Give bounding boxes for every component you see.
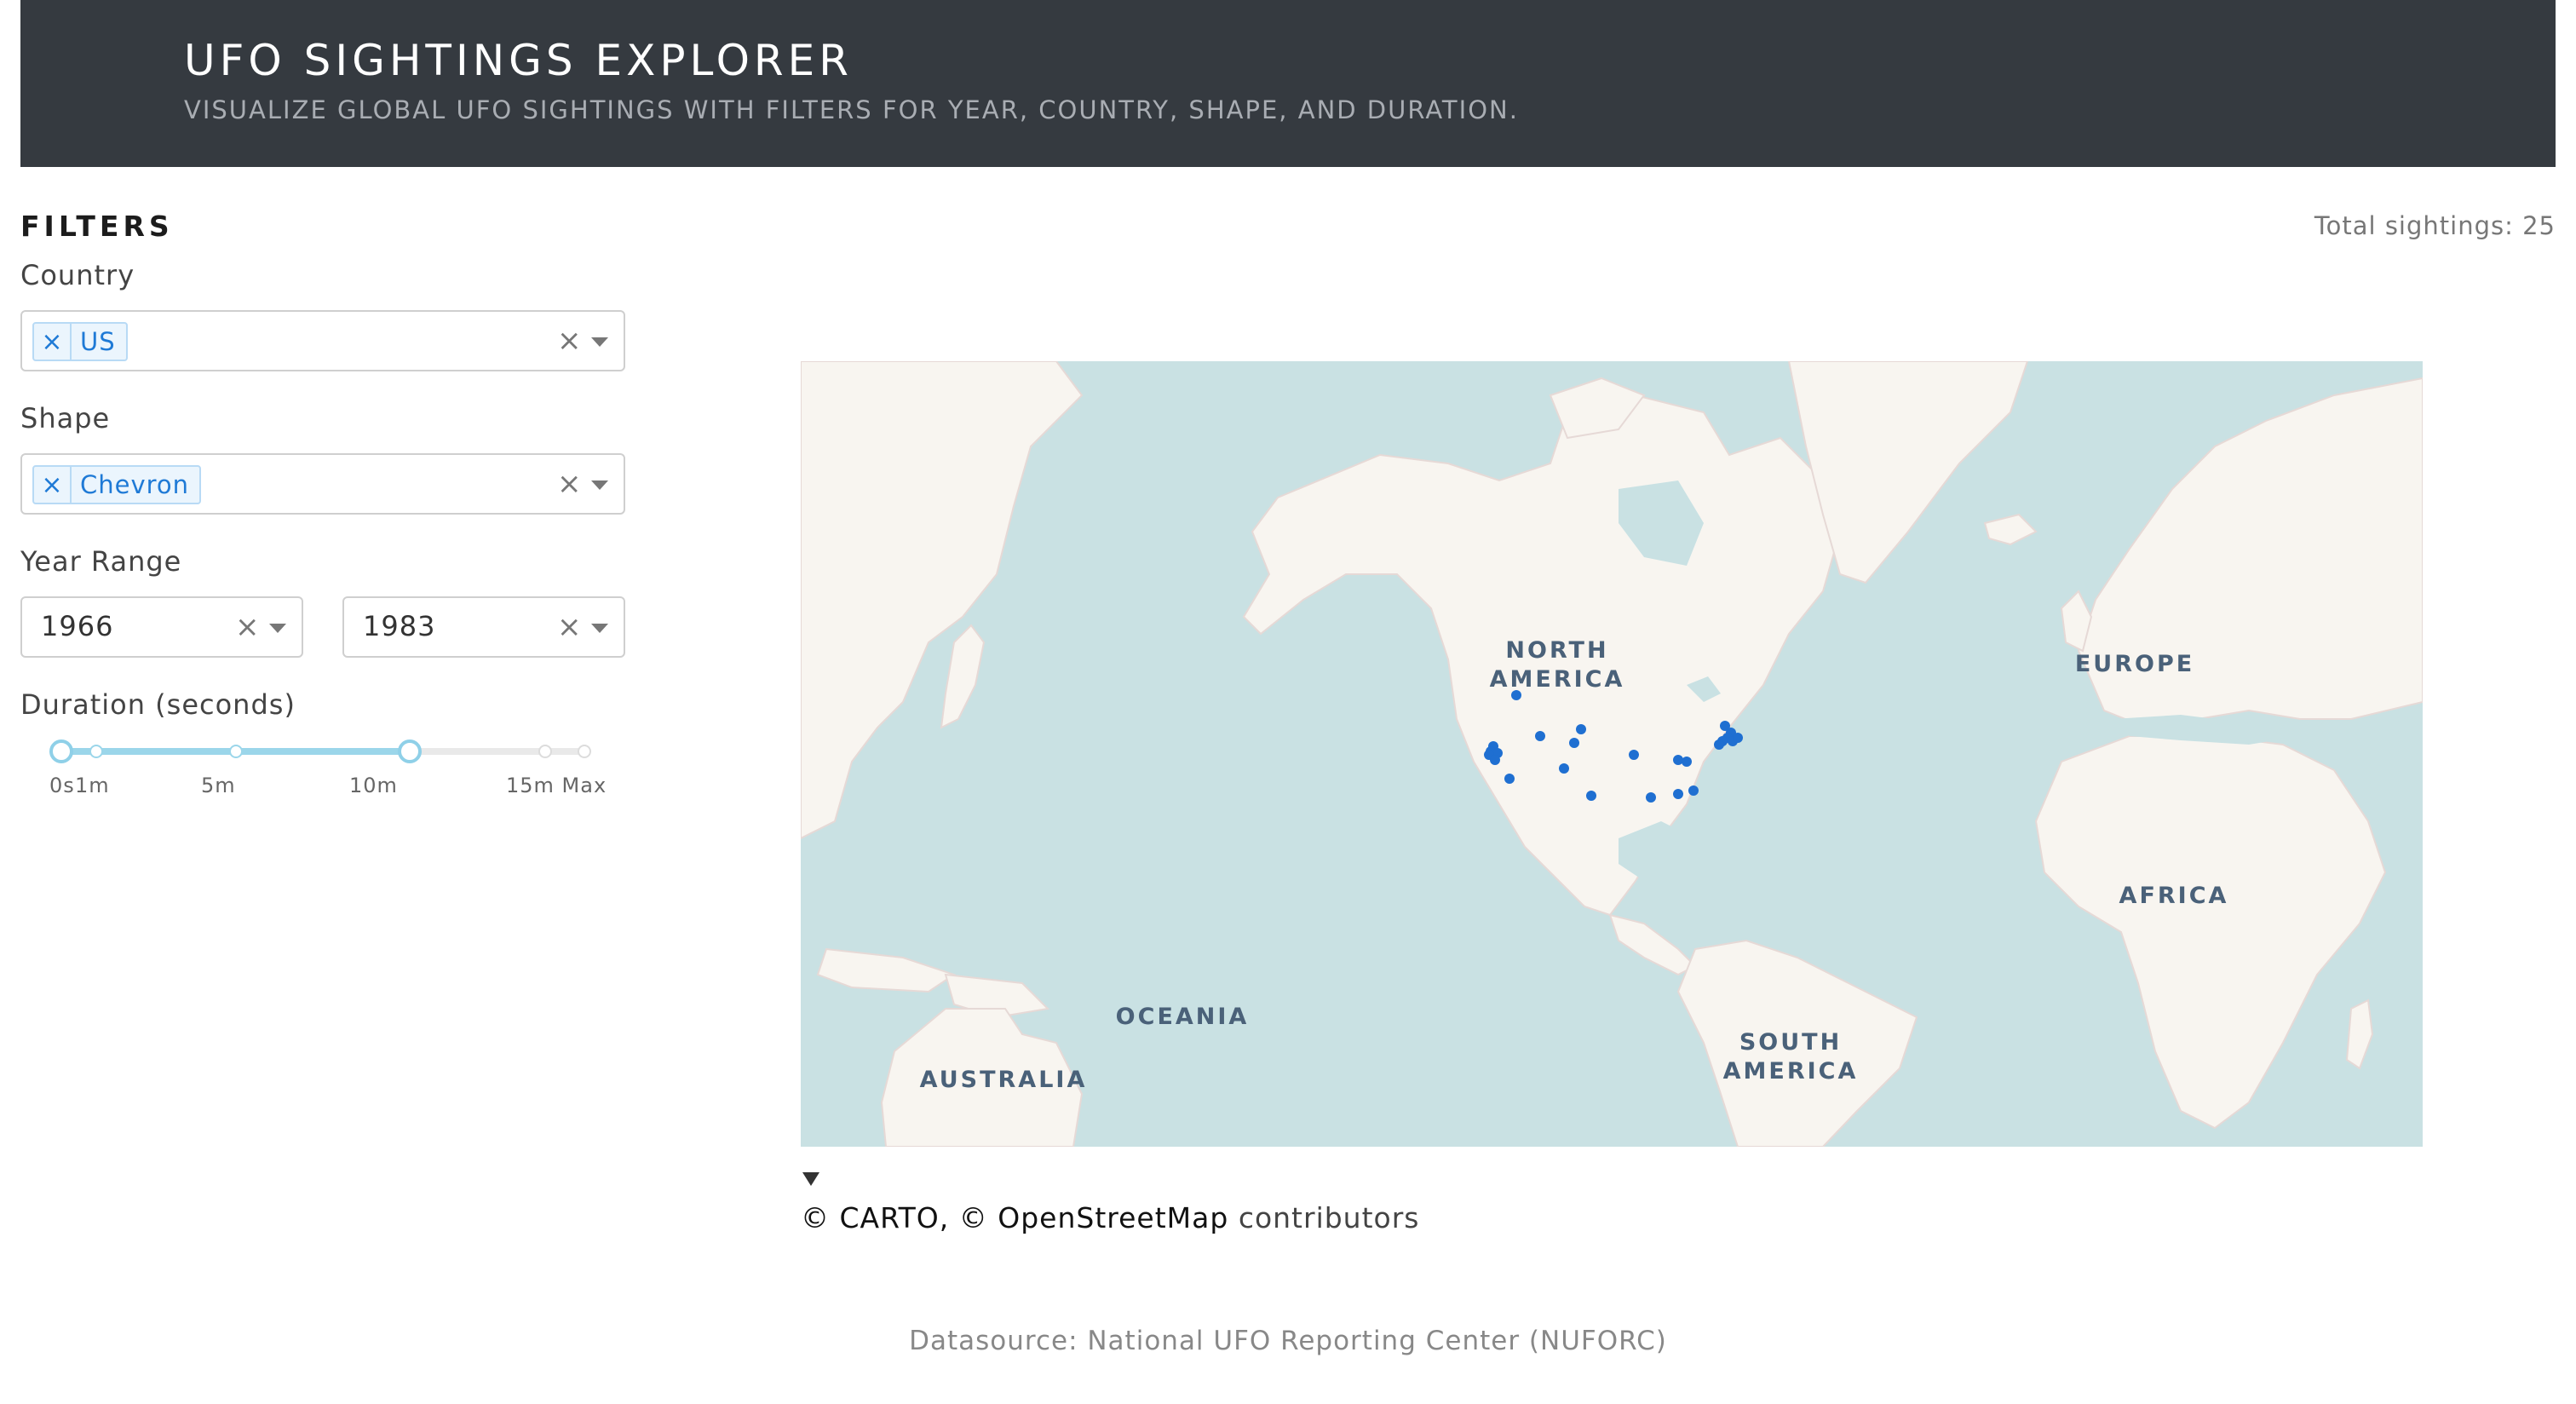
sighting-point[interactable]: [1490, 755, 1500, 765]
country-chip-label: US: [80, 327, 116, 356]
sighting-point[interactable]: [1673, 789, 1683, 799]
sighting-point[interactable]: [1714, 739, 1724, 750]
year-range-label: Year Range: [20, 545, 182, 578]
remove-chip-icon[interactable]: ×: [34, 467, 72, 503]
attribution-carto[interactable]: © CARTO, ©: [801, 1201, 988, 1234]
chevron-down-icon[interactable]: [591, 337, 608, 347]
slider-handle-min[interactable]: [49, 739, 73, 763]
sighting-point[interactable]: [1688, 785, 1699, 796]
sightings-map[interactable]: NORTH AMERICA EUROPE AFRICA OCEANIA AUST…: [801, 361, 2423, 1147]
shape-chip: × Chevron: [32, 465, 202, 504]
duration-label: Duration (seconds): [20, 688, 296, 721]
year-from-select[interactable]: 1966 ×: [20, 596, 303, 658]
map-attribution: © CARTO, © OpenStreetMap contributors: [801, 1201, 1420, 1234]
continent-label: NORTH: [1505, 637, 1608, 664]
continent-label: AFRICA: [2119, 883, 2229, 909]
slider-mark-dot: [228, 745, 243, 758]
sighting-point[interactable]: [1646, 792, 1656, 803]
filters-heading: FILTERS: [20, 210, 174, 243]
attribution-osm-link[interactable]: OpenStreetMap: [998, 1201, 1228, 1234]
chevron-down-icon[interactable]: [591, 624, 608, 633]
sighting-point[interactable]: [1682, 757, 1692, 767]
slider-mark-dot: [89, 745, 103, 758]
continent-label: AMERICA: [1723, 1058, 1859, 1085]
country-label: Country: [20, 259, 135, 291]
slider-mark-label: 0s: [49, 774, 75, 797]
country-chip: × US: [32, 322, 128, 361]
continent-label: EUROPE: [2075, 651, 2194, 677]
clear-icon[interactable]: ×: [235, 610, 260, 644]
clear-icon[interactable]: ×: [557, 467, 582, 501]
app-header: UFO SIGHTINGS EXPLORER VISUALIZE GLOBAL …: [20, 0, 2556, 167]
slider-handle-max[interactable]: [398, 739, 423, 763]
continent-label: AMERICA: [1490, 666, 1625, 693]
datasource-footer: Datasource: National UFO Reporting Cente…: [909, 1326, 1667, 1356]
sighting-point[interactable]: [1576, 724, 1586, 734]
slider-mark-label: 1m: [75, 774, 110, 797]
clear-icon[interactable]: ×: [557, 610, 582, 644]
year-to-select[interactable]: 1983 ×: [342, 596, 625, 658]
total-sightings: Total sightings: 25: [2314, 211, 2556, 240]
sighting-point[interactable]: [1733, 733, 1743, 743]
sighting-point[interactable]: [1559, 763, 1569, 774]
sighting-point[interactable]: [1586, 791, 1596, 801]
slider-mark-dot: [578, 745, 591, 758]
sighting-point[interactable]: [1569, 738, 1579, 748]
page-subtitle: VISUALIZE GLOBAL UFO SIGHTINGS WITH FILT…: [184, 95, 1519, 124]
attribution-contributors: contributors: [1238, 1201, 1420, 1234]
slider-mark-dot: [538, 745, 552, 758]
slider-mark-label: 5m: [201, 774, 236, 797]
continent-label: SOUTH: [1739, 1029, 1842, 1056]
sighting-point[interactable]: [1535, 731, 1545, 741]
sighting-point[interactable]: [1511, 690, 1521, 700]
sighting-point[interactable]: [1629, 750, 1639, 760]
continent-label: OCEANIA: [1116, 1004, 1250, 1030]
slider-mark-label: 10m: [349, 774, 398, 797]
country-select[interactable]: × US ×: [20, 310, 625, 371]
shape-chip-label: Chevron: [80, 470, 190, 499]
slider-mark-label: 15m Max: [506, 774, 607, 797]
attribution-toggle-icon[interactable]: [802, 1172, 819, 1186]
shape-label: Shape: [20, 402, 111, 434]
chevron-down-icon[interactable]: [269, 624, 286, 633]
chevron-down-icon[interactable]: [591, 480, 608, 490]
year-to-value: 1983: [363, 610, 436, 642]
continent-label: AUSTRALIA: [920, 1067, 1088, 1093]
clear-icon[interactable]: ×: [557, 324, 582, 358]
page-title: UFO SIGHTINGS EXPLORER: [184, 36, 853, 85]
sighting-point[interactable]: [1673, 755, 1683, 765]
remove-chip-icon[interactable]: ×: [34, 324, 72, 360]
sighting-point[interactable]: [1504, 774, 1515, 784]
shape-select[interactable]: × Chevron ×: [20, 453, 625, 515]
year-from-value: 1966: [41, 610, 114, 642]
